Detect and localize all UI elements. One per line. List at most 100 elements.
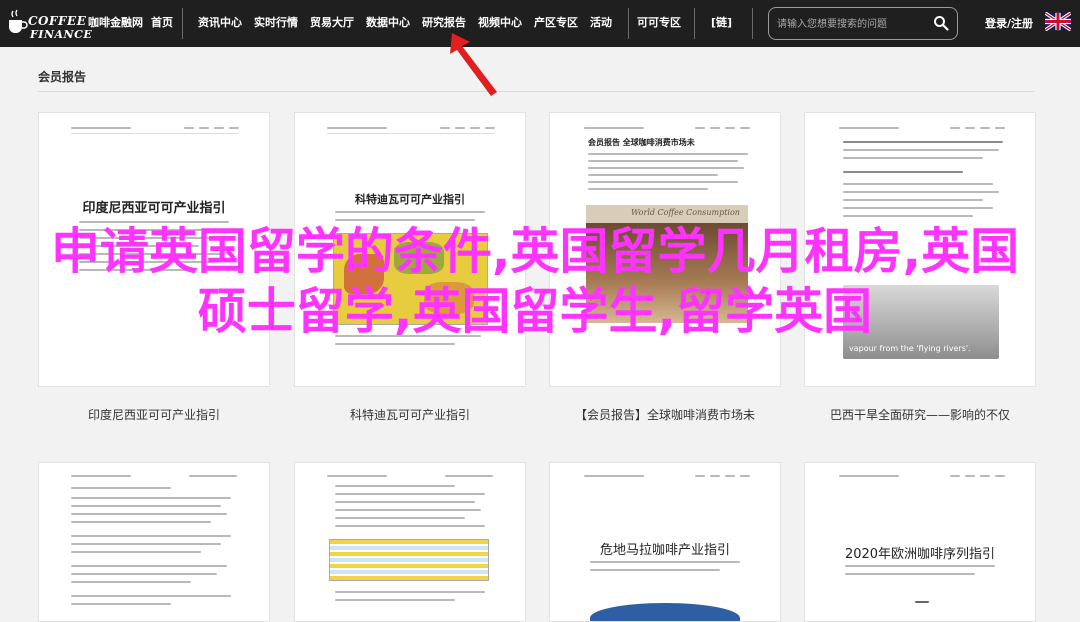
document-coffee-photo [586,223,748,323]
document-text-line [79,245,199,247]
document-text-line [214,127,224,129]
document-text-line [845,573,975,575]
document-text-line [915,601,929,603]
document-table-figure [329,539,489,581]
document-text-line [79,261,215,263]
document-text-line [710,475,720,477]
document-text-line [843,149,999,151]
nav-item-events[interactable]: 活动 [590,14,612,30]
report-card-thumbnail[interactable] [294,462,526,622]
document-text-line [455,127,465,129]
document-text-line [995,127,1005,129]
document-text-line [327,475,387,477]
document-text-line [335,343,455,345]
document-text-line [584,475,644,477]
document-text-line [71,573,217,575]
document-text-line [590,569,720,571]
document-text-line [839,127,899,129]
nav-divider [694,8,695,39]
document-text-line [335,219,475,221]
document-text-line [79,253,223,255]
document-text-line [335,525,485,527]
search-icon[interactable] [933,15,949,31]
document-text-line [965,127,975,129]
report-card-thumbnail[interactable]: 印度尼西亚可可产业指引 [38,112,270,387]
document-text-line [71,535,231,537]
document-text-line [725,475,735,477]
document-text-line [71,487,171,489]
document-text-line [229,127,239,129]
document-text-line [189,475,237,477]
document-text-line [740,127,750,129]
document-text-line [79,237,225,239]
uk-flag-icon[interactable] [1045,12,1071,31]
nav-item-cocoa[interactable]: 可可专区 [637,14,681,30]
report-caption-link[interactable]: 巴西干旱全面研究——影响的不仅 [804,406,1036,423]
search-input[interactable] [777,15,927,33]
report-card-thumbnail[interactable]: 2020年欧洲咖啡序列指引 [804,462,1036,622]
nav-item-origin[interactable]: 产区专区 [534,14,578,30]
nav-item-link[interactable]: [链] [711,14,732,30]
document-text-line [843,207,993,209]
document-text-line [588,188,708,190]
nav-item-video[interactable]: 视频中心 [478,14,522,30]
report-card-thumbnail[interactable]: 科特迪瓦可可产业指引 [294,112,526,387]
document-text-line [71,565,227,567]
nav-item-realtime[interactable]: 实时行情 [254,14,298,30]
document-clouds-photo: vapour from the 'flying rivers'. [843,285,999,359]
document-text-line [71,595,231,597]
document-text-line [71,133,239,134]
document-text-line [588,153,748,155]
document-text-line [845,565,995,567]
document-text-line [588,181,738,183]
document-text-line [335,485,455,487]
login-register-link[interactable]: 登录/注册 [985,15,1033,31]
nav-item-news[interactable]: 资讯中心 [198,14,242,30]
document-text-line [327,133,495,134]
report-card-thumbnail[interactable]: 会员报告 全球咖啡消费市场未 World Coffee Consumption [549,112,781,387]
document-text-line [584,127,644,129]
document-map-figure [590,603,740,621]
report-caption-link[interactable]: 科特迪瓦可可产业指引 [294,406,526,423]
document-text-line [950,127,960,129]
photo-caption: vapour from the 'flying rivers'. [849,344,971,353]
document-text-line [590,561,740,563]
nav-divider [628,8,629,39]
document-header: 会员报告 全球咖啡消费市场未 [588,138,695,147]
document-text-line [843,141,1003,143]
document-text-line [71,513,227,515]
report-caption-link[interactable]: 印度尼西亚可可产业指引 [38,406,270,423]
report-card-thumbnail[interactable] [38,462,270,622]
top-navigation-bar: COFFEE FINANCE 咖啡金融网 首页 资讯中心 实时行情 贸易大厅 数… [0,0,1080,47]
nav-item-research[interactable]: 研究报告 [422,14,466,30]
document-text-line [470,127,480,129]
nav-divider [182,8,183,39]
search-box [768,7,958,40]
document-banner: World Coffee Consumption [586,205,748,223]
document-text-line [980,127,990,129]
report-caption-link[interactable]: 【会员报告】全球咖啡消费市场未 [549,406,781,423]
document-text-line [71,127,131,129]
document-text-line [965,475,975,477]
nav-item-home[interactable]: 首页 [151,14,173,30]
document-text-line [71,497,231,499]
document-text-line [71,543,221,545]
document-text-line [440,127,450,129]
nav-divider [752,8,753,39]
logo-line-2: FINANCE [30,28,93,41]
nav-item-data-center[interactable]: 数据中心 [366,14,410,30]
nav-item-site-home[interactable]: 咖啡金融网 [88,14,143,30]
document-title: 科特迪瓦可可产业指引 [355,193,465,206]
document-text-line [335,335,481,337]
document-text-line [79,269,189,271]
document-text-line [445,475,493,477]
coffee-finance-logo[interactable]: COFFEE FINANCE [6,6,92,41]
nav-item-trade-hall[interactable]: 贸易大厅 [310,14,354,30]
report-card-thumbnail[interactable]: vapour from the 'flying rivers'. [804,112,1036,387]
document-text-line [71,581,191,583]
coffee-cup-icon [9,9,28,33]
document-title: 2020年欧洲咖啡序列指引 [844,547,996,562]
document-text-line [843,199,983,201]
report-card-thumbnail[interactable]: 危地马拉咖啡产业指引 [549,462,781,622]
document-text-line [839,475,899,477]
